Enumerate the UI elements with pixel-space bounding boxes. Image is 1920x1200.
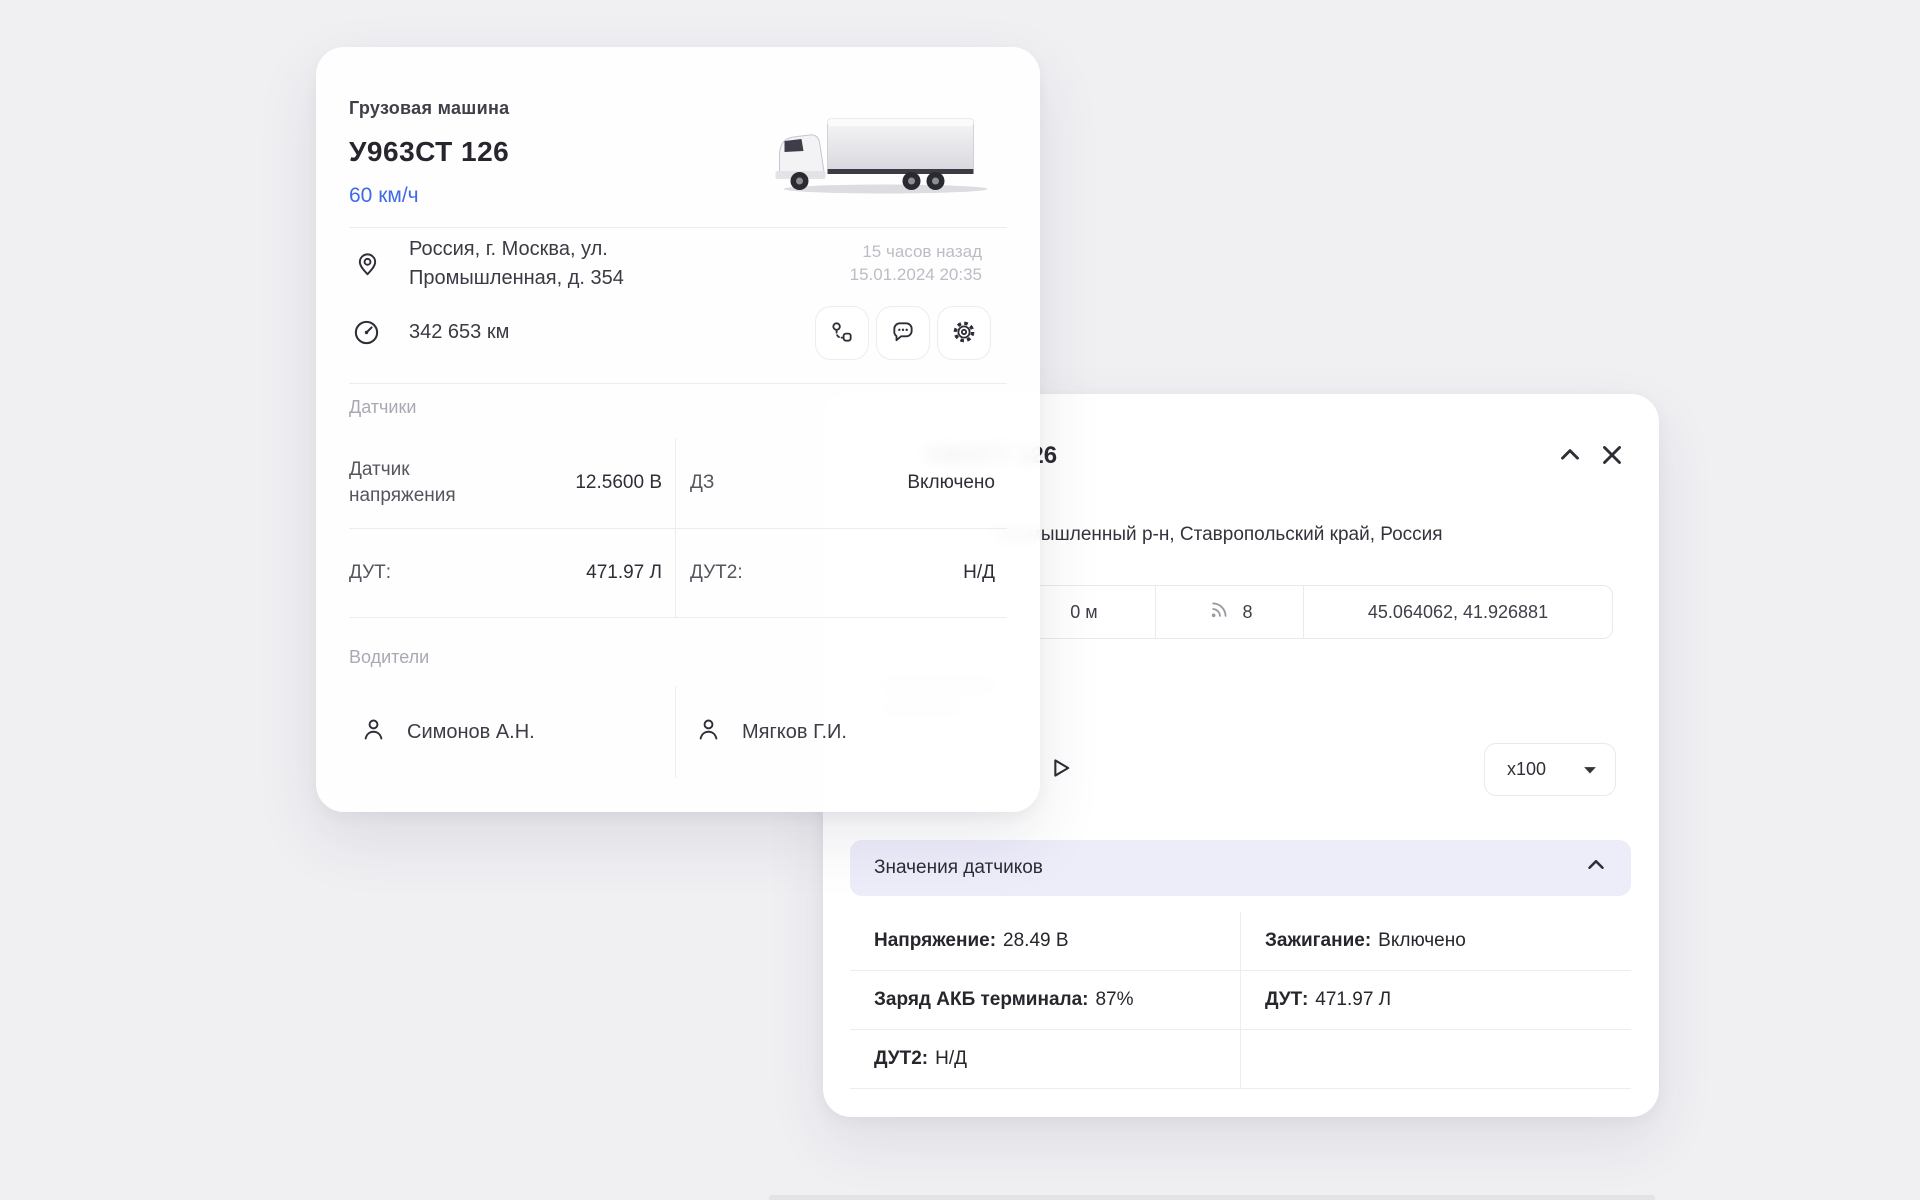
vehicle-actions	[815, 306, 991, 360]
cell-value: 28.49 В	[1003, 930, 1069, 952]
cell-label: Напряжение:	[874, 930, 996, 952]
vehicle-info-card: Грузовая машина У963СТ 126 60 км/ч	[316, 47, 1040, 812]
cell-label: Заряд АКБ терминала:	[874, 989, 1088, 1011]
cell-value: Н/Д	[935, 1048, 967, 1070]
sensor-values-title: Значения датчиков	[874, 857, 1043, 879]
cell-label: Зажигание:	[1265, 930, 1371, 952]
sensor-values-header[interactable]: Значения датчиков	[850, 840, 1631, 896]
page-background: { "colors": { "accent": "#3f6be4", "sens…	[0, 0, 1920, 1200]
playback-speed-value: x100	[1507, 759, 1546, 780]
updated-relative: 15 часов назад	[850, 240, 982, 263]
play-icon	[1046, 770, 1074, 785]
sensor-value: 12.5600 В	[575, 472, 662, 494]
sensor-cell-voltage: Датчик напряжения 12.5600 В	[349, 438, 675, 529]
last-update: 15 часов назад 15.01.2024 20:35	[850, 240, 982, 286]
route-icon	[829, 319, 855, 348]
satellites-value: 8	[1242, 602, 1252, 623]
sensor-table: Датчик напряжения 12.5600 В ДЗ Включено …	[349, 438, 1007, 618]
cell-value: 87%	[1095, 989, 1133, 1011]
close-button[interactable]	[1596, 440, 1628, 472]
odometer-value: 342 653 км	[409, 321, 509, 344]
table-cell-empty	[1240, 1030, 1631, 1089]
speed-value: 60 км/ч	[349, 184, 419, 208]
sensor-value: Н/Д	[963, 562, 995, 584]
sensor-label: ДУТ:	[349, 560, 391, 586]
sensor-label: ДУТ2:	[690, 560, 743, 586]
settings-button[interactable]	[937, 306, 991, 360]
address-line-2: Промышленная, д. 354	[409, 264, 624, 293]
sensor-value: 471.97 Л	[586, 562, 662, 584]
sensor-value: Включено	[907, 472, 995, 494]
divider	[349, 383, 1007, 384]
driver-item: Симонов А.Н.	[349, 686, 675, 778]
altitude-value: 0 м	[1070, 602, 1097, 623]
gear-icon	[951, 319, 977, 348]
close-icon	[1597, 440, 1627, 473]
drivers-list: Симонов А.Н. Мягков Г.И.	[349, 686, 1007, 778]
drivers-section-title: Водители	[349, 647, 429, 668]
table-cell-battery: Заряд АКБ терминала: 87%	[850, 971, 1240, 1030]
chat-button[interactable]	[876, 306, 930, 360]
driver-name: Мягков Г.И.	[742, 721, 847, 744]
location-pin-icon	[354, 250, 381, 282]
route-button[interactable]	[815, 306, 869, 360]
table-cell-fuel2: ДУТ2: Н/Д	[850, 1030, 1240, 1089]
play-button[interactable]	[1045, 754, 1075, 784]
odometer-icon	[352, 318, 381, 352]
divider	[349, 227, 1007, 228]
chevron-up-icon	[1583, 852, 1609, 884]
cell-label: ДУТ:	[1265, 989, 1308, 1011]
satellites-box: 8	[1155, 585, 1304, 639]
address-line-1: Россия, г. Москва, ул.	[409, 235, 624, 264]
collapse-button[interactable]	[1554, 440, 1586, 472]
satellite-signal-icon	[1206, 596, 1233, 628]
sensor-cell-fuel1: ДУТ: 471.97 Л	[349, 529, 675, 618]
caret-down-icon	[1583, 759, 1597, 780]
driver-name: Симонов А.Н.	[407, 721, 535, 744]
sensor-label: Датчик напряжения	[349, 457, 489, 509]
cell-value: 471.97 Л	[1315, 989, 1391, 1011]
table-cell-voltage: Напряжение: 28.49 В	[850, 912, 1240, 971]
sensor-label: ДЗ	[690, 470, 714, 496]
sensor-values-table: Напряжение: 28.49 В Зажигание: Включено …	[850, 912, 1631, 1089]
plate-number: У963СТ 126	[349, 136, 509, 168]
coordinates-box: 45.064062, 41.926881	[1303, 585, 1613, 639]
chat-icon	[890, 319, 916, 348]
person-icon	[695, 716, 722, 748]
sensor-cell-fuel2: ДУТ2: Н/Д	[675, 529, 1007, 618]
bottom-card-edge	[769, 1195, 1655, 1200]
sensor-cell-ignition: ДЗ Включено	[675, 438, 1007, 529]
vehicle-type-label: Грузовая машина	[349, 98, 509, 119]
person-icon	[360, 716, 387, 748]
driver-item: Мягков Г.И.	[675, 686, 1007, 778]
sensors-section-title: Датчики	[349, 397, 416, 418]
table-cell-fuel1: ДУТ: 471.97 Л	[1240, 971, 1631, 1030]
chevron-up-icon	[1555, 440, 1585, 473]
cell-label: ДУТ2:	[874, 1048, 928, 1070]
vehicle-address: Россия, г. Москва, ул. Промышленная, д. …	[409, 235, 624, 293]
playback-speed-select[interactable]: x100	[1484, 743, 1616, 796]
detail-address: Промышленный р-н, Ставропольский край, Р…	[993, 524, 1443, 546]
truck-image	[763, 113, 1004, 202]
table-cell-ignition: Зажигание: Включено	[1240, 912, 1631, 971]
cell-value: Включено	[1378, 930, 1466, 952]
coordinates-value: 45.064062, 41.926881	[1368, 602, 1548, 623]
updated-datetime: 15.01.2024 20:35	[850, 263, 982, 286]
